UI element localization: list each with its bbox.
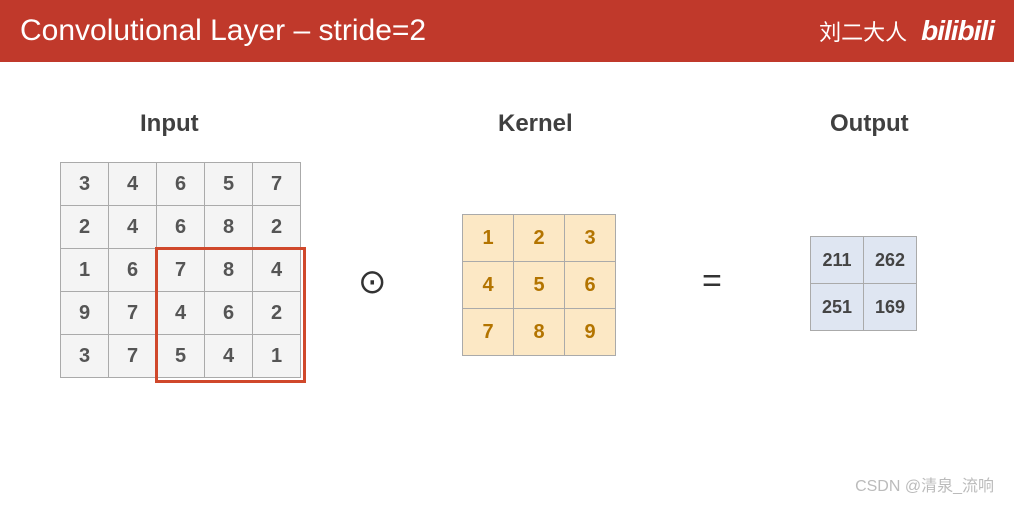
conv-operator-icon: ⊙ [358, 262, 387, 302]
kernel-cell: 9 [565, 309, 616, 356]
input-cell: 7 [109, 335, 157, 378]
equals-operator-icon: = [702, 262, 722, 301]
input-cell: 6 [157, 163, 205, 206]
input-cell: 4 [109, 163, 157, 206]
input-cell: 7 [157, 249, 205, 292]
kernel-cell: 3 [565, 215, 616, 262]
input-cell: 8 [205, 206, 253, 249]
kernel-cell: 6 [565, 262, 616, 309]
kernel-matrix: 123 456 789 [462, 214, 616, 356]
output-matrix: 211262251169 [810, 236, 917, 331]
input-cell: 4 [205, 335, 253, 378]
slide-header: Convolutional Layer – stride=2 刘二大人 bili… [0, 0, 1014, 62]
kernel-cell: 5 [514, 262, 565, 309]
input-cell: 2 [253, 292, 301, 335]
input-cell: 5 [157, 335, 205, 378]
diagram-area: Input Kernel Output 34657246821678497462… [0, 62, 1014, 506]
header-right: 刘二大人 bilibili [819, 15, 994, 47]
input-cell: 1 [61, 249, 109, 292]
output-title: Output [830, 110, 909, 138]
watermark-text: CSDN @清泉_流响 [855, 472, 994, 496]
output-cell: 169 [864, 284, 917, 331]
input-cell: 2 [253, 206, 301, 249]
input-cell: 7 [253, 163, 301, 206]
input-cell: 4 [253, 249, 301, 292]
input-title: Input [140, 110, 199, 138]
input-cell: 8 [205, 249, 253, 292]
author-name: 刘二大人 [819, 15, 907, 47]
kernel-cell: 8 [514, 309, 565, 356]
input-matrix: 3465724682167849746237541 [60, 162, 301, 378]
output-cell: 251 [811, 284, 864, 331]
slide-title: Convolutional Layer – stride=2 [20, 14, 426, 48]
kernel-title: Kernel [498, 110, 573, 138]
input-cell: 4 [109, 206, 157, 249]
input-cell: 9 [61, 292, 109, 335]
output-cell: 262 [864, 237, 917, 284]
output-cell: 211 [811, 237, 864, 284]
input-cell: 3 [61, 163, 109, 206]
input-cell: 6 [205, 292, 253, 335]
kernel-cell: 2 [514, 215, 565, 262]
kernel-cell: 4 [463, 262, 514, 309]
kernel-cell: 1 [463, 215, 514, 262]
input-cell: 7 [109, 292, 157, 335]
input-cell: 6 [157, 206, 205, 249]
input-cell: 5 [205, 163, 253, 206]
input-cell: 3 [61, 335, 109, 378]
input-cell: 1 [253, 335, 301, 378]
kernel-cell: 7 [463, 309, 514, 356]
input-cell: 2 [61, 206, 109, 249]
input-cell: 6 [109, 249, 157, 292]
input-cell: 4 [157, 292, 205, 335]
bilibili-logo: bilibili [921, 15, 994, 47]
